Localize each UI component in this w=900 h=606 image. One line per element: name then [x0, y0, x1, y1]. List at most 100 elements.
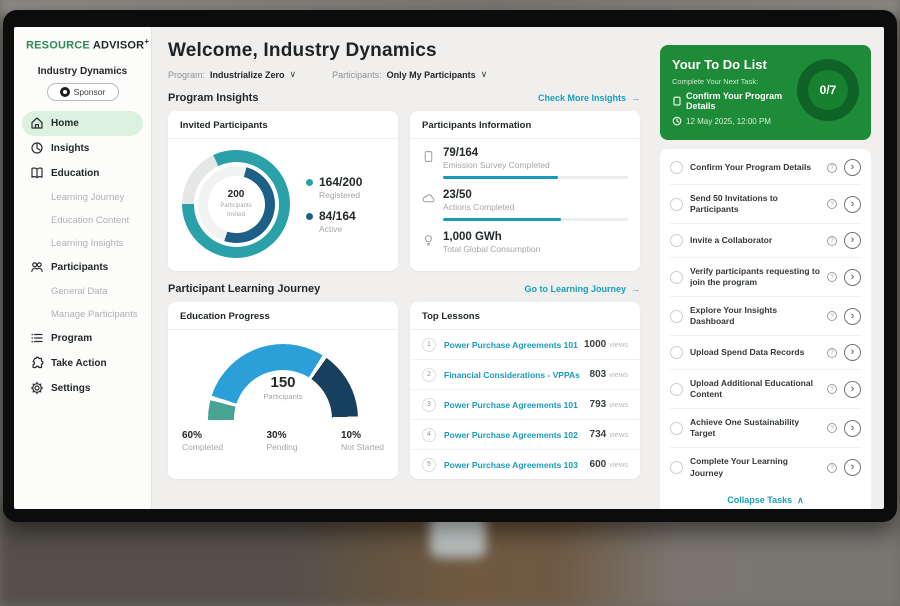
arrow-right-icon: →: [631, 284, 640, 294]
gauge-center-label: Participants: [208, 392, 358, 401]
sidebar-item-education[interactable]: Education: [22, 161, 143, 186]
todo-column: Your To Do List Complete Your Next Task:…: [652, 27, 884, 509]
sidebar: RESOURCE ADVISOR+ Industry Dynamics Spon…: [14, 27, 152, 509]
task-go-button[interactable]: ›: [844, 159, 861, 176]
help-icon[interactable]: ?: [827, 311, 837, 321]
sidebar-item-insights[interactable]: Insights: [22, 136, 143, 161]
lesson-link[interactable]: Power Purchase Agreements 103: [444, 460, 590, 470]
lesson-views-label: views: [609, 340, 628, 349]
task-checkbox[interactable]: [670, 161, 683, 174]
todo-next-task: Confirm Your Program Details: [686, 91, 797, 111]
task-row: Verify participants requesting to join t…: [670, 258, 861, 297]
lesson-row: 2Financial Considerations - VPPAs803view…: [410, 360, 640, 390]
help-icon[interactable]: ?: [827, 423, 837, 433]
sidebar-item-settings[interactable]: Settings: [22, 376, 143, 401]
program-filter-dropdown[interactable]: Program: Industrialize Zero ∨: [168, 69, 296, 80]
help-icon[interactable]: ?: [827, 348, 837, 358]
task-label: Confirm Your Program Details: [690, 162, 820, 173]
legend-value: 10%: [341, 430, 384, 441]
lesson-link[interactable]: Power Purchase Agreements 101: [444, 400, 590, 410]
logo-primary: RESOURCE: [26, 40, 90, 52]
stat-emission-survey: 79/164 Emission Survey Completed: [410, 139, 640, 170]
help-icon[interactable]: ?: [827, 463, 837, 473]
task-row: Complete Your Learning Journey?›: [670, 448, 861, 486]
help-icon[interactable]: ?: [827, 199, 837, 209]
lesson-views-label: views: [609, 370, 628, 379]
task-go-button[interactable]: ›: [844, 308, 861, 325]
sidebar-item-label: Learning Insights: [51, 238, 123, 249]
task-go-button[interactable]: ›: [844, 232, 861, 249]
participants-filter-dropdown[interactable]: Participants: Only My Participants ∨: [332, 69, 487, 80]
task-row: Upload Additional Educational Content?›: [670, 370, 861, 409]
settings-icon: [30, 381, 44, 395]
task-row: Confirm Your Program Details? ›: [670, 151, 861, 185]
task-checkbox[interactable]: [670, 422, 683, 435]
help-icon[interactable]: ?: [827, 272, 837, 282]
legend-item-completed: 60%Completed: [182, 430, 223, 452]
chevron-down-icon: ∨: [481, 69, 488, 80]
lesson-link[interactable]: Power Purchase Agreements 101: [444, 340, 584, 350]
task-go-button[interactable]: ›: [844, 344, 861, 361]
sidebar-item-label: Insights: [51, 143, 89, 154]
monitor-bezel: RESOURCE ADVISOR+ Industry Dynamics Spon…: [3, 10, 897, 522]
sidebar-item-label: Take Action: [51, 358, 107, 369]
todo-subtitle: Complete Your Next Task:: [672, 77, 797, 86]
chevron-right-icon: ›: [851, 422, 855, 434]
participants-icon: [30, 260, 44, 274]
sidebar-item-label: Program: [51, 333, 92, 344]
sidebar-item-learning-journey[interactable]: Learning Journey: [22, 186, 143, 209]
task-go-button[interactable]: ›: [844, 420, 861, 437]
task-checkbox[interactable]: [670, 461, 683, 474]
lesson-views-label: views: [609, 460, 628, 469]
lesson-link[interactable]: Power Purchase Agreements 102: [444, 430, 590, 440]
sidebar-item-label: Home: [51, 118, 79, 129]
task-label: Invite a Collaborator: [690, 235, 820, 246]
stat-value: 23/50: [443, 189, 514, 201]
help-icon[interactable]: ?: [827, 384, 837, 394]
program-insights-title: Program Insights: [168, 92, 258, 104]
todo-title: Your To Do List: [672, 57, 797, 72]
sidebar-item-home[interactable]: Home: [22, 111, 143, 136]
sidebar-item-general-data[interactable]: General Data: [22, 280, 143, 303]
task-go-button[interactable]: ›: [844, 269, 861, 286]
check-more-insights-link[interactable]: Check More Insights→: [538, 93, 640, 103]
go-to-learning-journey-link[interactable]: Go to Learning Journey→: [524, 284, 640, 294]
invited-participants-donut-chart: 200 Participants Invited: [182, 150, 290, 258]
lesson-views: 600: [590, 459, 607, 470]
sidebar-item-participants[interactable]: Participants: [22, 255, 143, 280]
sidebar-item-program[interactable]: Program: [22, 326, 143, 351]
lesson-link[interactable]: Financial Considerations - VPPAs: [444, 370, 590, 380]
stat-label: Total Global Consumption: [443, 244, 540, 254]
task-row: Achieve One Sustainability Target?›: [670, 409, 861, 448]
actions-icon: [422, 192, 435, 205]
legend-label: Pending: [266, 442, 297, 452]
task-checkbox[interactable]: [670, 383, 683, 396]
task-checkbox[interactable]: [670, 346, 683, 359]
task-label: Send 50 Invitations to Participants: [690, 193, 820, 215]
task-checkbox[interactable]: [670, 234, 683, 247]
lesson-rank: 2: [422, 368, 436, 382]
collapse-tasks-link[interactable]: Collapse Tasks∧: [670, 487, 861, 509]
page-title: Welcome, Industry Dynamics: [168, 40, 640, 62]
education-icon: [30, 166, 44, 180]
task-checkbox[interactable]: [670, 310, 683, 323]
learning-journey-title: Participant Learning Journey: [168, 283, 320, 295]
task-go-button[interactable]: ›: [844, 459, 861, 476]
sidebar-item-take-action[interactable]: Take Action: [22, 351, 143, 376]
app-logo: RESOURCE ADVISOR+: [22, 37, 143, 52]
sidebar-item-learning-insights[interactable]: Learning Insights: [22, 232, 143, 255]
help-icon[interactable]: ?: [827, 236, 837, 246]
sidebar-item-education-content[interactable]: Education Content: [22, 209, 143, 232]
lesson-row: 3Power Purchase Agreements 101793views: [410, 390, 640, 420]
chevron-right-icon: ›: [851, 383, 855, 395]
task-go-button[interactable]: ›: [844, 196, 861, 213]
task-checkbox[interactable]: [670, 198, 683, 211]
chevron-right-icon: ›: [851, 271, 855, 283]
link-label: Check More Insights: [538, 93, 626, 103]
task-checkbox[interactable]: [670, 271, 683, 284]
help-icon[interactable]: ?: [827, 163, 837, 173]
collapse-label: Collapse Tasks: [727, 495, 792, 505]
sidebar-item-manage-participants[interactable]: Manage Participants: [22, 303, 143, 326]
task-go-button[interactable]: ›: [844, 381, 861, 398]
logo-plus: +: [144, 37, 149, 46]
